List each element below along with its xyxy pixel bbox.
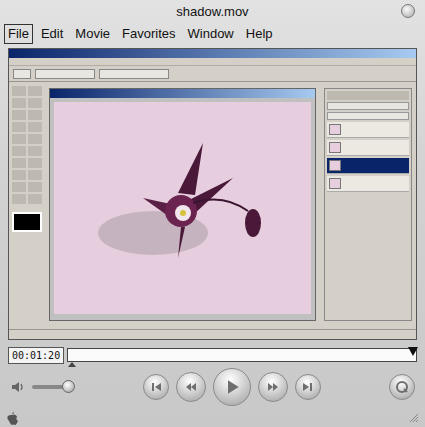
control-icon xyxy=(224,379,240,395)
close-button[interactable] xyxy=(401,4,415,18)
speaker-icon xyxy=(10,379,26,395)
volume-knob[interactable] xyxy=(62,380,75,393)
title-bar: shadow.mov xyxy=(0,0,425,22)
player-window: shadow.mov FileEditMovieFavoritesWindowHe… xyxy=(0,0,425,427)
apple-logo-icon xyxy=(6,411,18,425)
control-icon xyxy=(150,381,162,393)
window-title: shadow.mov xyxy=(176,4,248,19)
timeline-track[interactable] xyxy=(67,348,417,362)
control-icon xyxy=(185,381,197,393)
play-button[interactable] xyxy=(213,368,251,406)
rewind-button[interactable] xyxy=(176,372,206,402)
quicktime-icon xyxy=(395,380,409,394)
resize-grip-icon[interactable] xyxy=(409,413,419,423)
volume-slider[interactable] xyxy=(32,385,74,389)
fast-forward-button[interactable] xyxy=(258,372,288,402)
menu-item[interactable]: Window xyxy=(184,24,238,44)
time-display: 00:01:20 xyxy=(8,347,64,364)
next-button[interactable] xyxy=(295,374,321,400)
playhead[interactable] xyxy=(408,347,418,356)
menu-item[interactable]: Help xyxy=(242,24,277,44)
control-icon xyxy=(302,381,314,393)
menu-item[interactable]: Favorites xyxy=(118,24,179,44)
previous-button[interactable] xyxy=(143,374,169,400)
menu-bar: FileEditMovieFavoritesWindowHelp xyxy=(0,22,425,46)
quicktime-button[interactable] xyxy=(389,374,415,400)
start-marker xyxy=(68,362,76,367)
video-frame xyxy=(8,48,417,340)
menu-item[interactable]: Movie xyxy=(71,24,114,44)
control-icon xyxy=(267,381,279,393)
menu-item[interactable]: File xyxy=(4,24,33,44)
flower-image xyxy=(83,123,283,293)
controls-bar xyxy=(0,366,425,408)
menu-item[interactable]: Edit xyxy=(37,24,67,44)
timeline-row: 00:01:20 xyxy=(8,344,417,366)
